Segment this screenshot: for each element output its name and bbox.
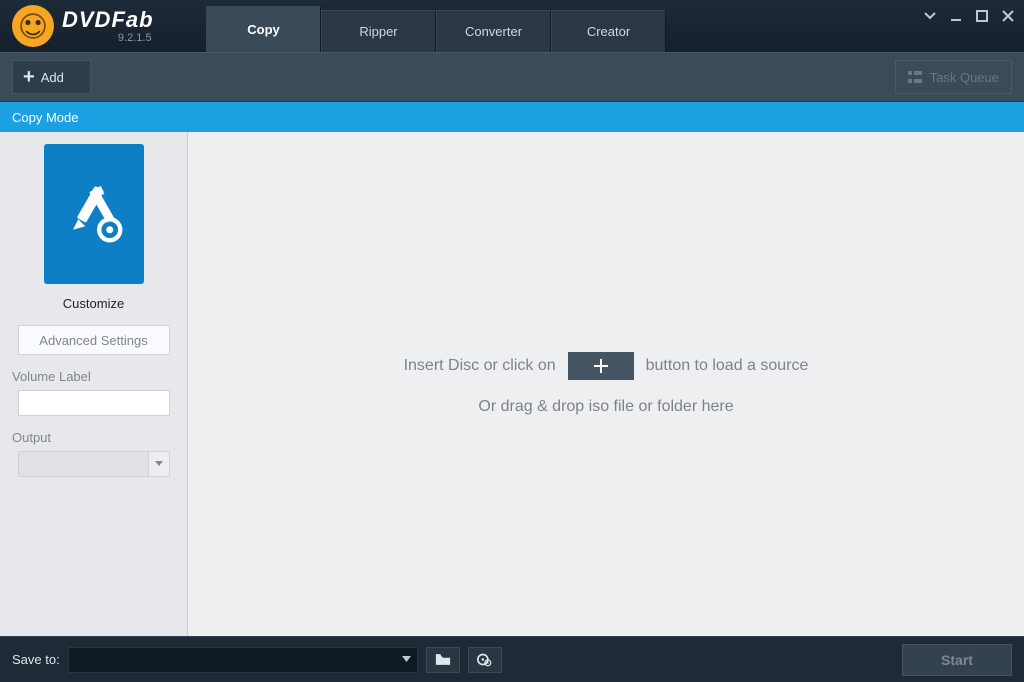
window-controls [924, 10, 1014, 22]
iso-button[interactable] [468, 647, 502, 673]
folder-icon [435, 653, 451, 666]
footer: Save to: Start [0, 636, 1024, 682]
dropdown-icon[interactable] [924, 12, 936, 20]
start-button[interactable]: Start [902, 644, 1012, 676]
close-icon[interactable] [1002, 10, 1014, 22]
copy-mode-tile[interactable] [44, 144, 144, 284]
output-select[interactable] [18, 451, 170, 477]
main-drop-area[interactable]: Insert Disc or click on button to load a… [188, 132, 1024, 636]
advanced-settings-button[interactable]: Advanced Settings [18, 325, 170, 355]
add-button[interactable]: + Add [12, 60, 91, 94]
task-queue-button[interactable]: Task Queue [895, 60, 1012, 94]
save-to-select[interactable] [68, 647, 418, 673]
mode-caption: Customize [63, 296, 124, 311]
maximize-icon[interactable] [976, 10, 988, 22]
volume-label-text: Volume Label [12, 369, 91, 384]
logo-icon [12, 5, 54, 47]
hint-after: button to load a source [646, 357, 809, 375]
task-queue-label: Task Queue [930, 70, 999, 85]
output-label-text: Output [12, 430, 51, 445]
version-text: 9.2.1.5 [118, 33, 152, 44]
hint-line2: Or drag & drop iso file or folder here [478, 398, 733, 416]
chevron-down-icon [155, 461, 163, 467]
main-tabs: Copy Ripper Converter Creator [206, 0, 666, 52]
tab-copy[interactable]: Copy [206, 6, 321, 52]
body: Customize Advanced Settings Volume Label… [0, 132, 1024, 636]
inline-add-button[interactable] [568, 352, 634, 380]
tab-creator[interactable]: Creator [551, 10, 666, 52]
hint-before: Insert Disc or click on [404, 357, 556, 375]
mode-bar-title: Copy Mode [12, 110, 78, 125]
output-select-value [18, 451, 148, 477]
minimize-icon[interactable] [950, 10, 962, 22]
hint-row: Insert Disc or click on button to load a… [404, 352, 809, 380]
volume-label-input[interactable] [18, 390, 170, 416]
mode-bar: Copy Mode [0, 102, 1024, 132]
add-button-label: Add [41, 70, 64, 85]
save-to-label: Save to: [12, 652, 60, 667]
plus-icon [591, 356, 611, 376]
title-bar: DVDFab 9.2.1.5 Copy Ripper Converter Cre… [0, 0, 1024, 52]
tab-converter[interactable]: Converter [436, 10, 551, 52]
plus-icon: + [23, 70, 35, 84]
logo: DVDFab 9.2.1.5 [0, 5, 200, 47]
sidebar: Customize Advanced Settings Volume Label… [0, 132, 188, 636]
output-select-arrow[interactable] [148, 451, 170, 477]
brand-text: DVDFab [62, 9, 154, 31]
browse-folder-button[interactable] [426, 647, 460, 673]
chevron-down-icon [402, 656, 411, 663]
customize-icon [59, 179, 129, 249]
tab-ripper[interactable]: Ripper [321, 10, 436, 52]
task-queue-icon [908, 71, 922, 83]
toolbar: + Add Task Queue [0, 52, 1024, 102]
disc-settings-icon [477, 652, 492, 667]
